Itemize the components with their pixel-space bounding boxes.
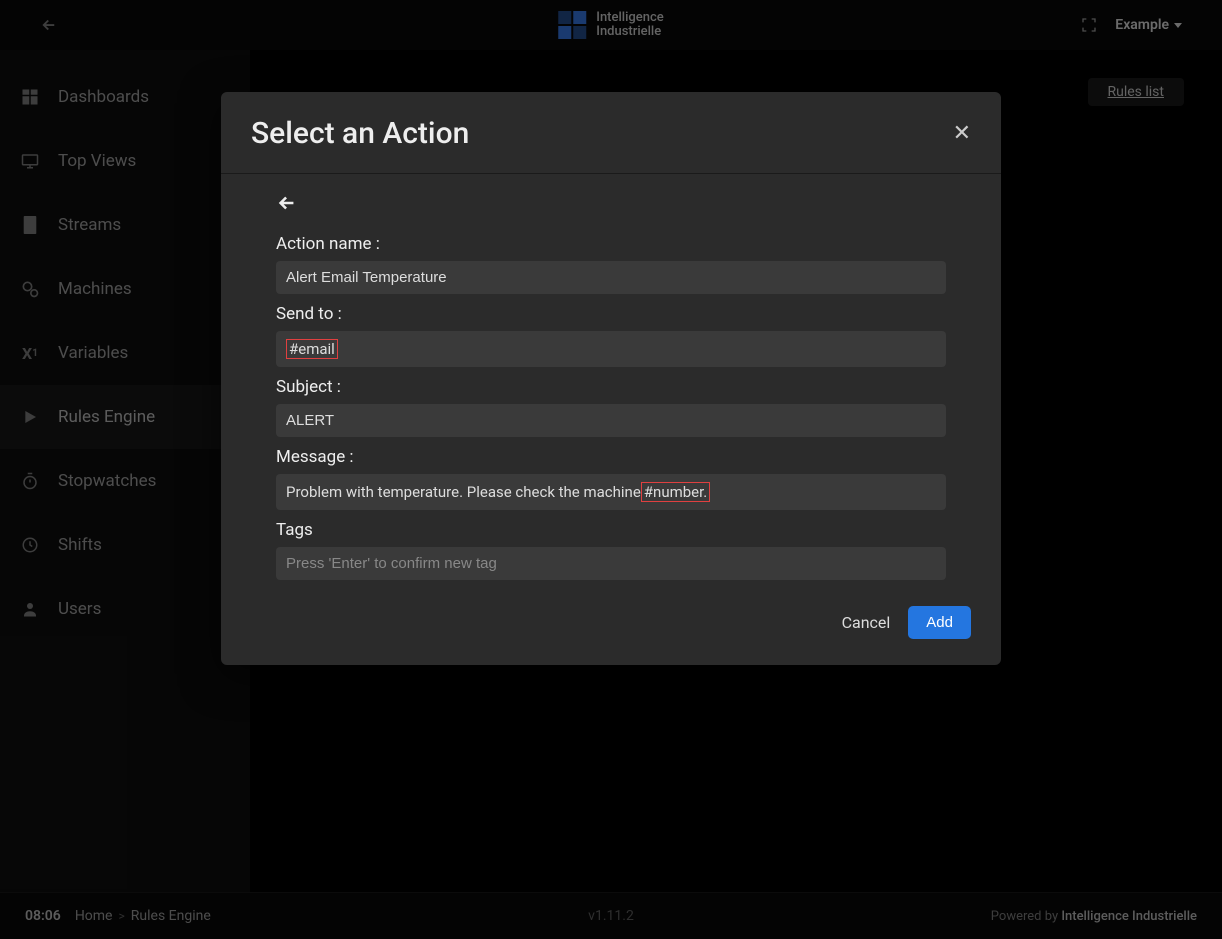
send-to-input[interactable]: #email bbox=[276, 331, 946, 367]
modal-overlay: Select an Action ✕ Action name : Send to… bbox=[0, 0, 1222, 939]
action-name-label: Action name : bbox=[276, 234, 946, 254]
subject-input[interactable] bbox=[276, 404, 946, 437]
message-input[interactable]: Problem with temperature. Please check t… bbox=[276, 474, 946, 510]
message-text: Problem with temperature. Please check t… bbox=[286, 483, 641, 501]
modal-title: Select an Action bbox=[251, 116, 469, 151]
add-button[interactable]: Add bbox=[908, 606, 971, 639]
tags-label: Tags bbox=[276, 520, 946, 540]
tags-input[interactable] bbox=[276, 547, 946, 580]
number-variable-tag[interactable]: #number. bbox=[641, 482, 710, 502]
send-to-label: Send to : bbox=[276, 304, 946, 324]
subject-label: Subject : bbox=[276, 377, 946, 397]
message-label: Message : bbox=[276, 447, 946, 467]
close-icon[interactable]: ✕ bbox=[953, 121, 971, 146]
cancel-button[interactable]: Cancel bbox=[838, 607, 895, 638]
select-action-modal: Select an Action ✕ Action name : Send to… bbox=[221, 92, 1001, 665]
modal-back-icon[interactable] bbox=[276, 192, 298, 214]
email-variable-tag[interactable]: #email bbox=[286, 339, 338, 359]
action-name-input[interactable] bbox=[276, 261, 946, 294]
